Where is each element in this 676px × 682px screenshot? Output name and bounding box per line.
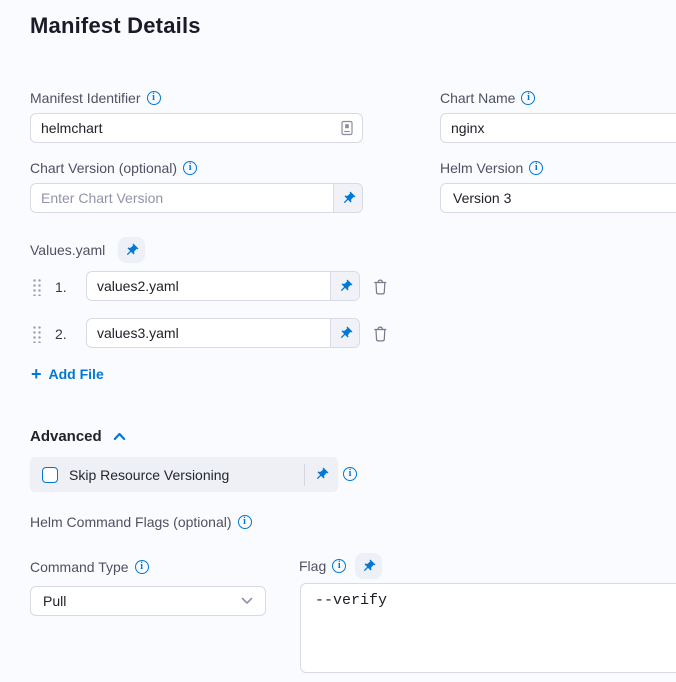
command-type-label: Command Type i: [30, 559, 149, 575]
info-icon[interactable]: i: [135, 560, 149, 574]
info-icon[interactable]: i: [521, 91, 535, 105]
info-icon[interactable]: i: [183, 161, 197, 175]
page-title: Manifest Details: [30, 13, 201, 39]
delete-file-button[interactable]: [372, 278, 389, 296]
chart-name-label: Chart Name i: [440, 90, 535, 106]
chevron-up-icon: [113, 432, 126, 441]
info-icon[interactable]: i: [343, 467, 357, 481]
manifest-identifier-input[interactable]: [30, 113, 363, 143]
values-yaml-label: Values.yaml: [30, 242, 105, 258]
pin-toggle[interactable]: [330, 272, 359, 300]
values-file-field: [86, 271, 360, 301]
info-icon[interactable]: i: [147, 91, 161, 105]
info-icon[interactable]: i: [529, 161, 543, 175]
skip-resource-versioning-checkbox[interactable]: [42, 467, 58, 483]
pin-icon: [361, 559, 376, 574]
values-yaml-header: Values.yaml: [30, 237, 145, 263]
chart-version-field: [30, 183, 363, 213]
info-icon[interactable]: i: [238, 515, 252, 529]
skip-resource-versioning-label: Skip Resource Versioning: [69, 467, 304, 483]
helm-version-label: Helm Version i: [440, 160, 543, 176]
pin-icon: [338, 326, 353, 341]
pin-toggle-button[interactable]: [118, 237, 145, 263]
pin-toggle[interactable]: [333, 184, 362, 212]
pin-icon: [124, 243, 139, 258]
advanced-section-toggle[interactable]: Advanced: [30, 428, 126, 445]
pin-icon: [338, 279, 353, 294]
edit-id-icon[interactable]: [340, 120, 354, 136]
manifest-identifier-label: Manifest Identifier i: [30, 90, 161, 106]
pin-toggle[interactable]: [330, 319, 359, 347]
flag-header: Flag i: [299, 553, 382, 579]
trash-icon: [372, 278, 389, 296]
pin-toggle-button[interactable]: [355, 553, 382, 579]
pin-toggle[interactable]: [305, 467, 338, 482]
helm-command-flags-label: Helm Command Flags (optional) i: [30, 514, 252, 530]
trash-icon: [372, 325, 389, 343]
command-type-select[interactable]: Pull: [30, 586, 266, 616]
values-file-input[interactable]: [87, 319, 330, 347]
delete-file-button[interactable]: [372, 325, 389, 343]
chart-version-label: Chart Version (optional) i: [30, 160, 197, 176]
drag-handle-icon[interactable]: [31, 277, 41, 296]
values-file-field: [86, 318, 360, 348]
pin-icon: [314, 467, 329, 482]
skip-resource-versioning-panel: Skip Resource Versioning: [30, 457, 338, 492]
manifest-identifier-field: [30, 113, 363, 143]
chart-version-input[interactable]: [31, 184, 333, 212]
flag-textarea[interactable]: --verify: [300, 583, 676, 673]
add-file-button[interactable]: + Add File: [31, 366, 104, 382]
helm-version-select[interactable]: Version 3: [440, 183, 676, 213]
manifest-details-form: Manifest Details Manifest Identifier i C…: [0, 0, 676, 682]
file-index: 2.: [55, 326, 67, 342]
values-file-input[interactable]: [87, 272, 330, 300]
file-index: 1.: [55, 279, 67, 295]
chart-name-input[interactable]: [440, 113, 676, 143]
info-icon[interactable]: i: [332, 559, 346, 573]
flag-label: Flag i: [299, 558, 346, 574]
chevron-down-icon: [241, 597, 253, 605]
drag-handle-icon[interactable]: [31, 324, 41, 343]
pin-icon: [341, 191, 356, 206]
plus-icon: +: [31, 367, 42, 381]
